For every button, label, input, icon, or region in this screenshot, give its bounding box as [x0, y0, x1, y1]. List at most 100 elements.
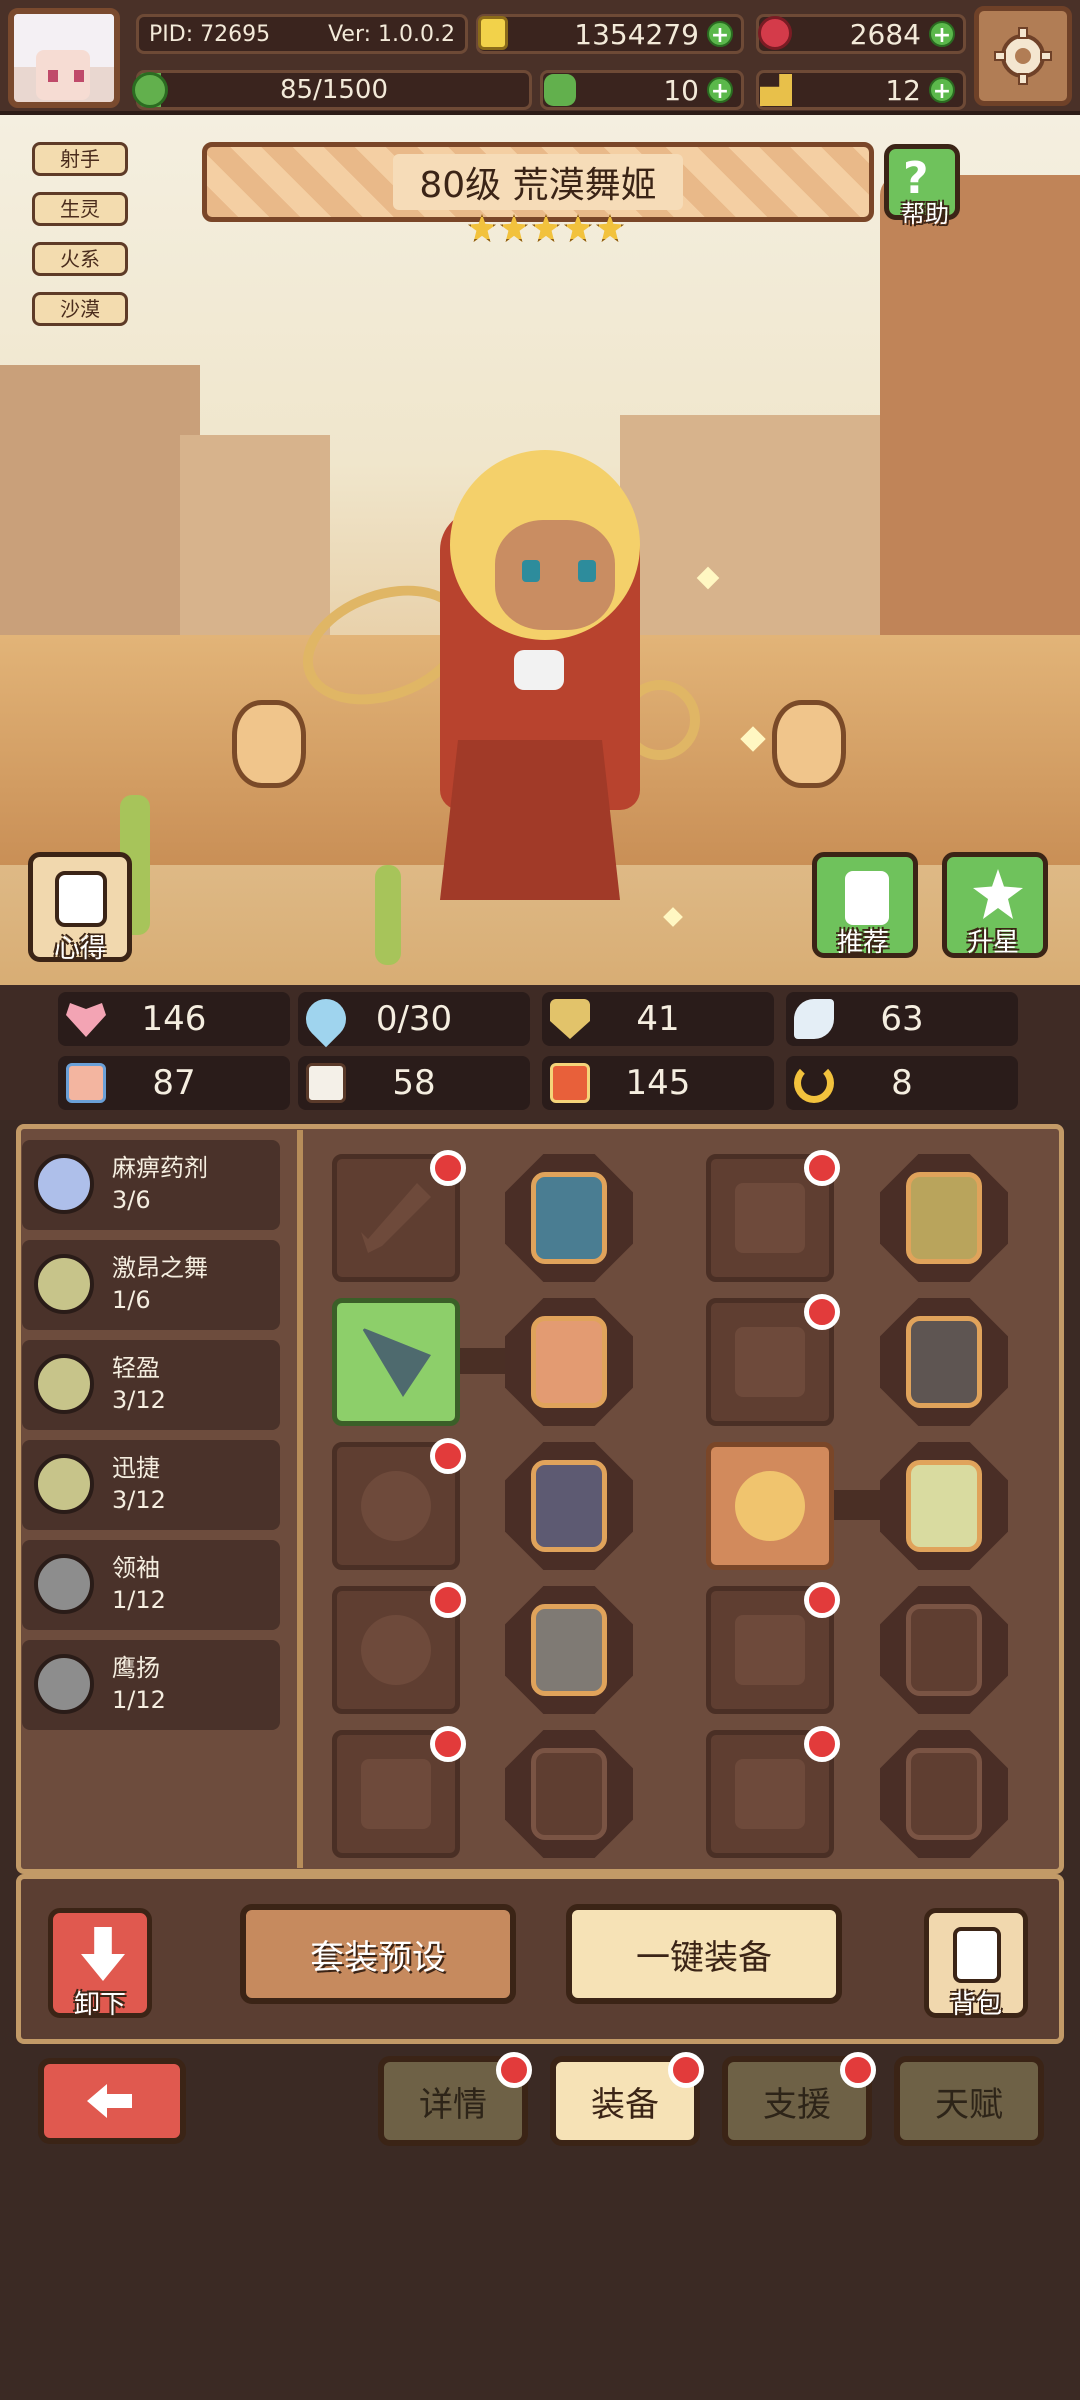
set-bonus-item[interactable]: 鹰扬 1/12 — [22, 1640, 280, 1730]
set-name: 激昂之舞 — [112, 1254, 208, 1282]
star-icon — [596, 214, 624, 242]
set-bonus-item[interactable]: 麻痹药剂 3/6 — [22, 1140, 280, 1230]
set-bonus-item[interactable]: 激昂之舞 1/6 — [22, 1240, 280, 1330]
star-icon — [564, 214, 592, 242]
add-gold-button[interactable]: + — [707, 21, 733, 48]
help-button[interactable]: ? 帮助 — [884, 144, 960, 228]
recommend-label: 推荐 — [836, 928, 889, 958]
amulet-icon — [361, 1615, 431, 1685]
stamina-value: 85/1500 — [279, 75, 388, 105]
set-name: 迅捷 — [112, 1454, 160, 1482]
star-up-button[interactable]: 升星 — [942, 852, 1048, 958]
notification-dot — [496, 2052, 532, 2088]
notification-dot — [804, 1726, 840, 1762]
set-bonus-item[interactable]: 迅捷 3/12 — [22, 1440, 280, 1530]
star-icon — [973, 869, 1023, 919]
set-name: 轻盈 — [112, 1354, 160, 1382]
tab-talent[interactable]: 天赋 — [894, 2056, 1044, 2146]
set-count: 1/12 — [112, 1686, 166, 1714]
star-icon — [468, 214, 496, 242]
set-count: 1/12 — [112, 1586, 166, 1614]
set-count: 1/6 — [112, 1286, 151, 1314]
settings-button[interactable] — [974, 6, 1072, 106]
belt-icon — [735, 1615, 805, 1685]
cactus — [375, 865, 401, 965]
arrow-down-icon — [81, 1927, 125, 1981]
bag-button[interactable]: 背包 — [924, 1908, 1028, 2020]
notification-dot — [804, 1150, 840, 1186]
set-count: 3/6 — [112, 1186, 151, 1214]
set-icon — [34, 1554, 94, 1614]
stat-hp: 146 — [58, 992, 290, 1046]
set-bonus-item[interactable]: 轻盈 3/12 — [22, 1340, 280, 1430]
notification-dot — [430, 1438, 466, 1474]
clover-icon — [132, 72, 168, 108]
add-clover-button[interactable]: + — [707, 77, 733, 104]
key-value: 12 — [885, 73, 921, 107]
auto-equip-button[interactable]: 一键装备 — [566, 1904, 842, 2004]
stat-luck: 8 — [786, 1056, 1018, 1110]
plus-icon — [906, 1748, 982, 1840]
floating-shield — [232, 700, 306, 788]
set-icon — [34, 1654, 94, 1714]
version-label: Ver: 1.0.0.2 — [328, 21, 455, 47]
hero-skirt — [440, 740, 620, 900]
avatar-eye — [74, 70, 84, 82]
player-avatar[interactable] — [8, 8, 120, 108]
notification-dot — [430, 1726, 466, 1762]
recommend-button[interactable]: 推荐 — [812, 852, 918, 958]
action-bar — [16, 1874, 1064, 2044]
rune-icon — [906, 1172, 982, 1264]
ruby-icon — [758, 16, 792, 50]
hero-stars — [468, 214, 624, 242]
clover-small-icon — [544, 74, 576, 106]
gem-value: 2684 — [849, 17, 921, 51]
preset-button[interactable]: 套装预设 — [240, 1904, 516, 2004]
tag-race: 生灵 — [32, 192, 128, 226]
rune-icon — [531, 1316, 607, 1408]
stat-value: 63 — [880, 999, 924, 1039]
plus-icon — [531, 1748, 607, 1840]
heart-icon — [66, 1003, 106, 1037]
rune-icon — [531, 1460, 607, 1552]
back-button[interactable] — [38, 2058, 186, 2144]
wing-icon — [794, 999, 834, 1039]
add-key-button[interactable]: + — [929, 77, 955, 104]
gloves-icon — [361, 1759, 431, 1829]
tag-class: 射手 — [32, 142, 128, 176]
stat-defense: 41 — [542, 992, 774, 1046]
set-name: 麻痹药剂 — [112, 1154, 208, 1182]
unequip-button[interactable]: 卸下 — [48, 1908, 152, 2020]
stat-value: 0/30 — [375, 999, 453, 1039]
fist-icon — [66, 1063, 106, 1103]
stat-crit: 145 — [542, 1056, 774, 1110]
boots-icon — [735, 1759, 805, 1829]
gold-coin-icon — [478, 16, 508, 50]
stat-value: 41 — [636, 999, 680, 1039]
gold-value: 1354279 — [574, 17, 699, 51]
add-gem-button[interactable]: + — [929, 21, 955, 48]
notification-dot — [430, 1582, 466, 1618]
notification-dot — [840, 2052, 876, 2088]
insights-button[interactable]: 心得 — [28, 852, 132, 964]
avatar-eye — [48, 70, 58, 82]
hero-gem-ornament — [514, 650, 564, 690]
sword-icon — [361, 1183, 431, 1253]
floating-shield — [772, 700, 846, 788]
back-arrow-icon — [87, 2084, 132, 2118]
notification-dot — [804, 1582, 840, 1618]
stat-mana: 0/30 — [297, 990, 530, 1048]
weapon-equipped-slot[interactable] — [332, 1298, 460, 1426]
pid-label: PID: 72695 — [149, 21, 271, 47]
hero-title: 80级 荒漠舞姬 — [393, 154, 683, 210]
player-info: PID: 72695 Ver: 1.0.0.2 — [136, 14, 468, 54]
set-count: 3/12 — [112, 1486, 166, 1514]
set-bonus-item[interactable]: 领袖 1/12 — [22, 1540, 280, 1630]
unequip-label: 卸下 — [73, 1990, 126, 2020]
horseshoe-icon — [794, 1063, 834, 1103]
tab-label: 天赋 — [935, 2084, 1003, 2125]
hero-eye — [522, 560, 540, 582]
armor-icon — [735, 1327, 805, 1397]
ring-equipped-slot[interactable] — [706, 1442, 834, 1570]
shield-icon — [550, 999, 590, 1039]
